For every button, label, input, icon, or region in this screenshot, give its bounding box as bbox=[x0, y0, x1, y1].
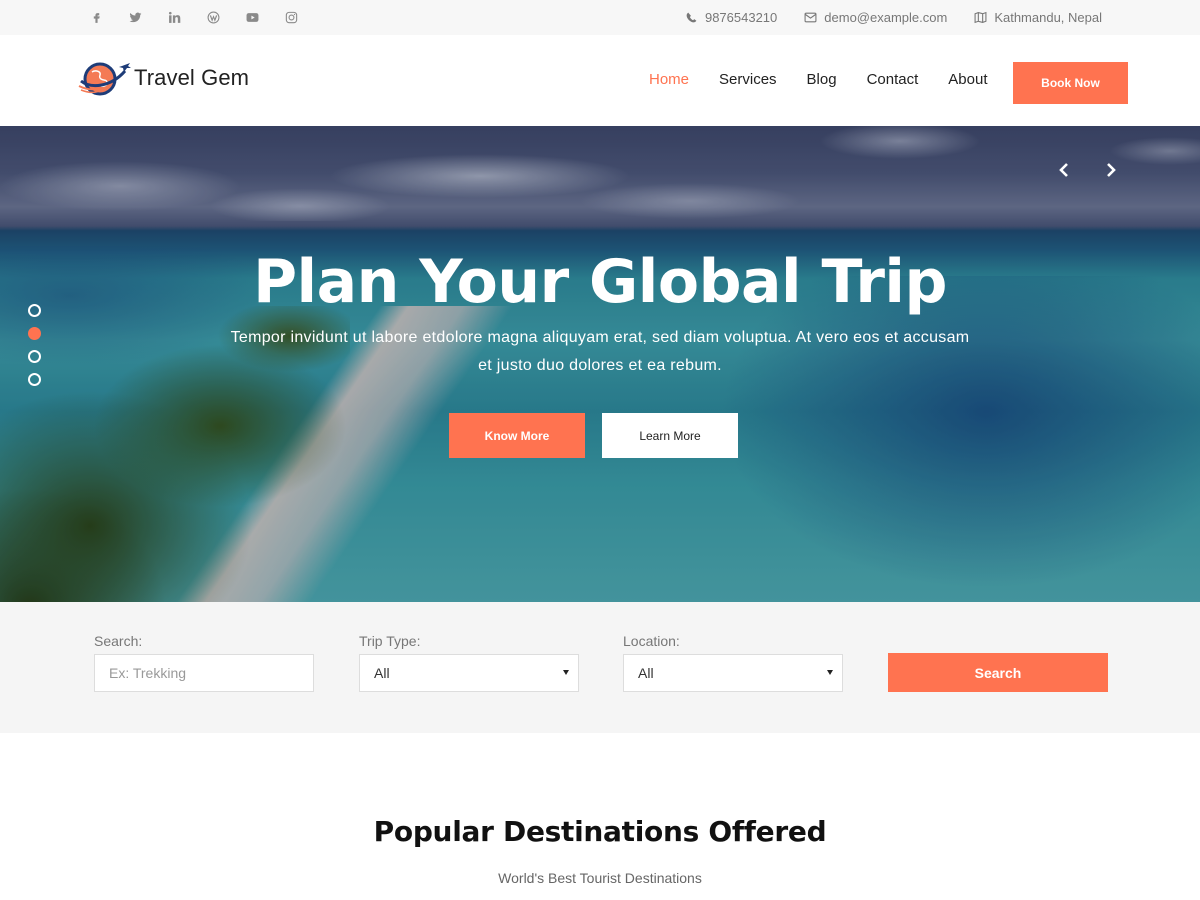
slider-dots bbox=[28, 304, 41, 396]
phone-number[interactable]: 9876543210 bbox=[705, 10, 777, 25]
nav-home[interactable]: Home bbox=[649, 71, 689, 88]
phone-item: 9876543210 bbox=[685, 10, 777, 25]
slider-dot-active[interactable] bbox=[28, 327, 41, 340]
email-address[interactable]: demo@example.com bbox=[824, 10, 947, 25]
slider-dot[interactable] bbox=[28, 350, 41, 363]
location-field: Location: All bbox=[623, 633, 843, 692]
hero-slider: Plan Your Global Trip Tempor invidunt ut… bbox=[0, 126, 1200, 602]
nav-blog[interactable]: Blog bbox=[807, 71, 837, 88]
search-label: Search: bbox=[94, 633, 143, 649]
slider-prev-button[interactable] bbox=[1054, 160, 1074, 180]
envelope-icon bbox=[804, 12, 817, 23]
logo[interactable]: Travel Gem bbox=[78, 58, 249, 98]
learn-more-button[interactable]: Learn More bbox=[602, 413, 738, 458]
map-icon bbox=[974, 11, 987, 24]
email-item: demo@example.com bbox=[804, 10, 947, 25]
hero-title: Plan Your Global Trip bbox=[253, 247, 947, 317]
trip-type-select[interactable]: All bbox=[359, 654, 579, 692]
trip-type-field: Trip Type: All bbox=[359, 633, 579, 692]
instagram-icon[interactable] bbox=[279, 6, 303, 30]
slider-dot[interactable] bbox=[28, 373, 41, 386]
location-text: Kathmandu, Nepal bbox=[994, 10, 1102, 25]
caret-down-icon bbox=[827, 670, 833, 675]
nav-about[interactable]: About bbox=[948, 71, 987, 88]
trip-type-value: All bbox=[374, 665, 390, 681]
location-value: All bbox=[638, 665, 654, 681]
social-links bbox=[84, 0, 318, 35]
site-header: Travel Gem Home Services Blog Contact Ab… bbox=[0, 35, 1200, 126]
slider-next-button[interactable] bbox=[1101, 160, 1121, 180]
facebook-icon[interactable] bbox=[84, 6, 108, 30]
contact-info: 9876543210 demo@example.com Kathmandu, N… bbox=[658, 0, 1102, 35]
location-item: Kathmandu, Nepal bbox=[974, 10, 1102, 25]
wordpress-icon[interactable] bbox=[201, 6, 225, 30]
nav-services[interactable]: Services bbox=[719, 71, 777, 88]
logo-text: Travel Gem bbox=[134, 65, 250, 90]
chevron-right-icon bbox=[1107, 163, 1116, 177]
book-now-button[interactable]: Book Now bbox=[1013, 62, 1128, 104]
search-button[interactable]: Search bbox=[888, 653, 1108, 692]
linkedin-icon[interactable] bbox=[162, 6, 186, 30]
search-input[interactable]: Ex: Trekking bbox=[94, 654, 314, 692]
globe-plane-logo-icon bbox=[78, 62, 131, 96]
chevron-left-icon bbox=[1059, 163, 1068, 177]
youtube-icon[interactable] bbox=[240, 6, 264, 30]
hero-subtitle: Tempor invidunt ut labore etdolore magna… bbox=[230, 329, 970, 374]
know-more-button[interactable]: Know More bbox=[449, 413, 585, 458]
phone-icon bbox=[686, 12, 697, 23]
main-nav: Home Services Blog Contact About bbox=[649, 35, 1017, 126]
twitter-icon[interactable] bbox=[123, 6, 147, 30]
nav-contact[interactable]: Contact bbox=[867, 71, 919, 88]
search-field: Search: Ex: Trekking bbox=[94, 633, 314, 692]
trip-type-label: Trip Type: bbox=[359, 633, 421, 649]
top-bar: 9876543210 demo@example.com Kathmandu, N… bbox=[0, 0, 1200, 35]
location-select[interactable]: All bbox=[623, 654, 843, 692]
location-label: Location: bbox=[623, 633, 680, 649]
trip-search-panel: Search: Ex: Trekking Trip Type: All Loca… bbox=[0, 602, 1200, 733]
caret-down-icon bbox=[563, 670, 569, 675]
section-title: Popular Destinations Offered bbox=[373, 815, 827, 848]
section-subtitle: World's Best Tourist Destinations bbox=[498, 870, 702, 886]
